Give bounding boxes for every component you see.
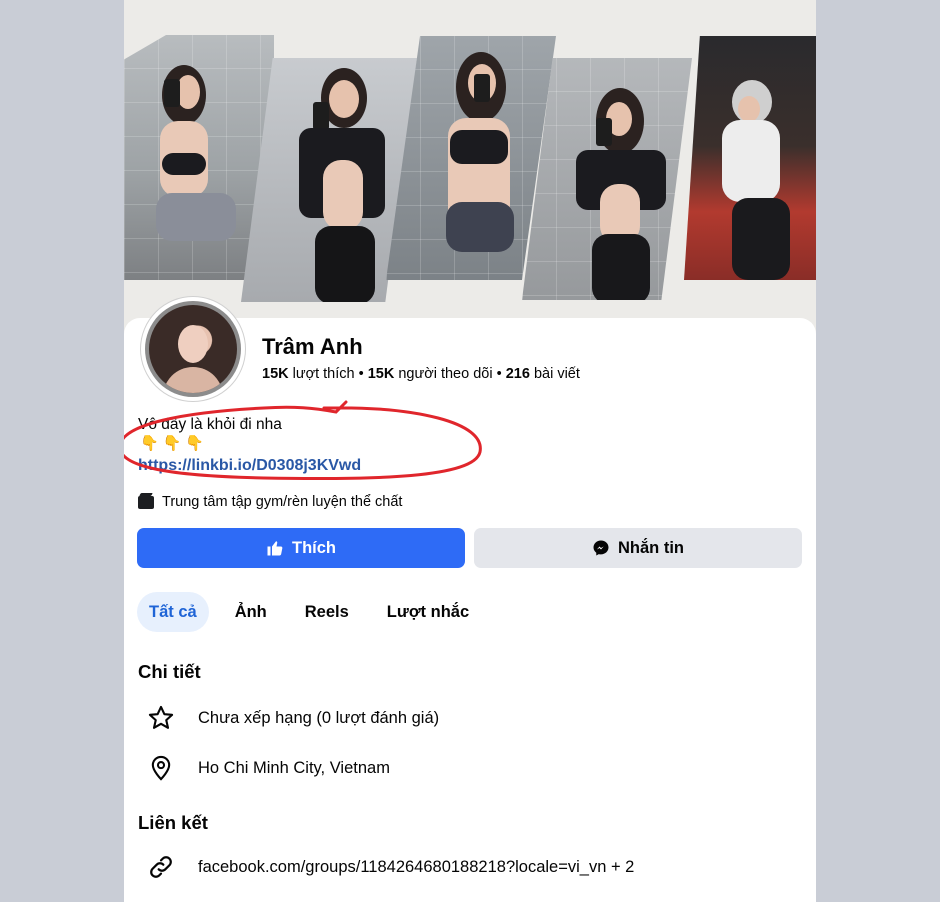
message-button[interactable]: Nhắn tin	[474, 528, 802, 568]
likes-label: lượt thích	[292, 366, 355, 382]
stats-separator: •	[496, 366, 502, 382]
page-stats: 15K lượt thích • 15K người theo dõi • 21…	[262, 366, 580, 382]
likes-count: 15K	[262, 366, 289, 382]
links-title: Liên kết	[138, 812, 208, 833]
cover-photo[interactable]	[124, 0, 816, 340]
like-button[interactable]: Thích	[137, 528, 465, 568]
thumbs-up-icon	[267, 541, 283, 556]
cover-panel-5	[684, 36, 816, 280]
posts-label: bài viết	[533, 366, 580, 382]
link-url: facebook.com/groups/1184264680188218?loc…	[198, 857, 635, 876]
link-icon	[150, 856, 172, 878]
details-title: Chi tiết	[138, 661, 201, 682]
rating-row: Chưa xếp hạng (0 lượt đánh giá)	[146, 704, 439, 732]
followers-label: người theo dõi	[398, 366, 493, 382]
page-category: Trung tâm tập gym/rèn luyện thể chất	[138, 494, 402, 510]
rating-text: Chưa xếp hạng (0 lượt đánh giá)	[198, 708, 440, 727]
category-label: Trung tâm tập gym/rèn luyện thể chất	[162, 494, 403, 510]
tab-reels[interactable]: Reels	[293, 592, 361, 632]
bio-text: Vô đây là khỏi đi nha	[138, 416, 282, 433]
tab-photos[interactable]: Ảnh	[223, 592, 279, 632]
location-pin-icon	[151, 755, 171, 781]
like-button-label: Thích	[292, 538, 336, 557]
profile-tabs: Tất cả Ảnh Reels Lượt nhắc	[137, 592, 481, 632]
tab-all[interactable]: Tất cả	[137, 592, 209, 632]
profile-screen: Trâm Anh 15K lượt thích • 15K người theo…	[124, 0, 816, 902]
message-button-label: Nhắn tin	[618, 538, 684, 557]
avatar[interactable]	[141, 297, 245, 401]
clapperboard-icon	[138, 495, 154, 509]
location-row[interactable]: Ho Chi Minh City, Vietnam	[146, 754, 390, 782]
bio-emojis: 👇👇👇	[140, 435, 209, 452]
page-name: Trâm Anh	[262, 334, 363, 359]
location-text: Ho Chi Minh City, Vietnam	[198, 758, 390, 777]
star-icon	[148, 705, 174, 729]
posts-count: 216	[505, 366, 530, 382]
bio-link[interactable]: https://linkbi⁠⁠⁠.io/D0308j3KVwd	[138, 457, 361, 475]
stats-separator: •	[358, 366, 364, 382]
messenger-icon	[593, 540, 609, 556]
tab-mentions[interactable]: Lượt nhắc	[375, 592, 481, 632]
followers-count: 15K	[367, 366, 395, 382]
link-row[interactable]: facebook.com/groups/1184264680188218?loc…	[146, 853, 634, 881]
